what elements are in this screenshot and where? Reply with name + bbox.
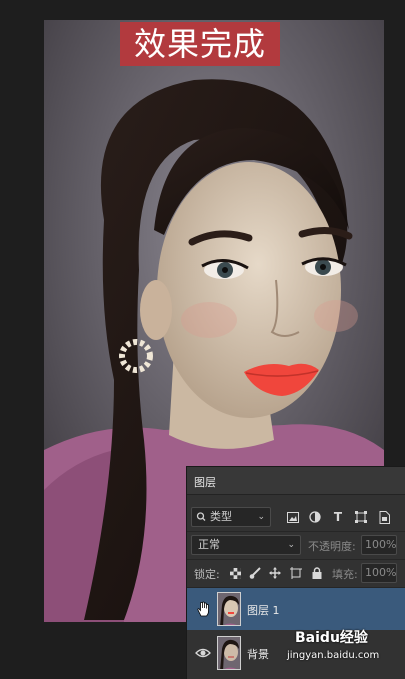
hand-cursor-icon[interactable] xyxy=(195,601,211,617)
shape-icon[interactable] xyxy=(353,509,369,525)
lock-transparent-icon[interactable] xyxy=(227,565,243,581)
lock-label: 锁定: xyxy=(194,568,220,581)
lock-row: 锁定: 填充: 100% xyxy=(187,563,405,583)
tab-layers-label: 图层 xyxy=(194,476,216,489)
opacity-value: 100% xyxy=(365,538,397,551)
baidu-jingyan-watermark: Baidu经验 jingyan.baidu.com xyxy=(283,625,403,665)
blend-mode-value: 正常 xyxy=(198,538,220,551)
opacity-label: 不透明度: xyxy=(308,540,356,553)
opacity-input[interactable]: 100% xyxy=(361,535,397,555)
chevron-down-icon: ⌄ xyxy=(287,540,295,550)
move-icon[interactable] xyxy=(267,565,283,581)
search-icon xyxy=(196,508,206,532)
type-icon[interactable]: T xyxy=(330,509,346,525)
artboard-icon[interactable] xyxy=(288,565,304,581)
divider xyxy=(187,559,405,560)
layer-name: 背景 xyxy=(247,648,269,661)
fill-input[interactable]: 100% xyxy=(361,563,397,583)
fill-value: 100% xyxy=(365,566,397,579)
fill-label: 填充: xyxy=(332,568,358,581)
adjustment-icon[interactable] xyxy=(307,509,323,525)
layer-thumbnail xyxy=(217,636,241,670)
layer-filter-row: 类型 ⌄ T xyxy=(187,507,405,527)
tab-layers[interactable]: 图层 xyxy=(187,467,405,495)
divider xyxy=(187,531,405,532)
brush-icon[interactable] xyxy=(247,565,263,581)
layer-name: 图层 1 xyxy=(247,604,280,617)
filter-kind-select[interactable]: 类型 ⌄ xyxy=(191,507,271,527)
smart-object-icon[interactable] xyxy=(376,509,392,525)
result-title-banner: 效果完成 xyxy=(120,22,280,66)
image-icon[interactable] xyxy=(285,509,301,525)
lock-icon[interactable] xyxy=(309,565,325,581)
filter-kind-value: 类型 xyxy=(210,510,232,523)
blend-row: 正常 ⌄ 不透明度: 100% xyxy=(187,535,405,555)
layer-row-layer-1[interactable]: 图层 1 xyxy=(187,588,405,630)
blend-mode-select[interactable]: 正常 ⌄ xyxy=(191,535,301,555)
chevron-down-icon: ⌄ xyxy=(257,512,265,522)
watermark-brand: Baidu经验 xyxy=(295,630,368,646)
eye-icon[interactable] xyxy=(195,645,211,661)
layer-thumbnail xyxy=(217,592,241,626)
watermark-url: jingyan.baidu.com xyxy=(287,650,380,661)
